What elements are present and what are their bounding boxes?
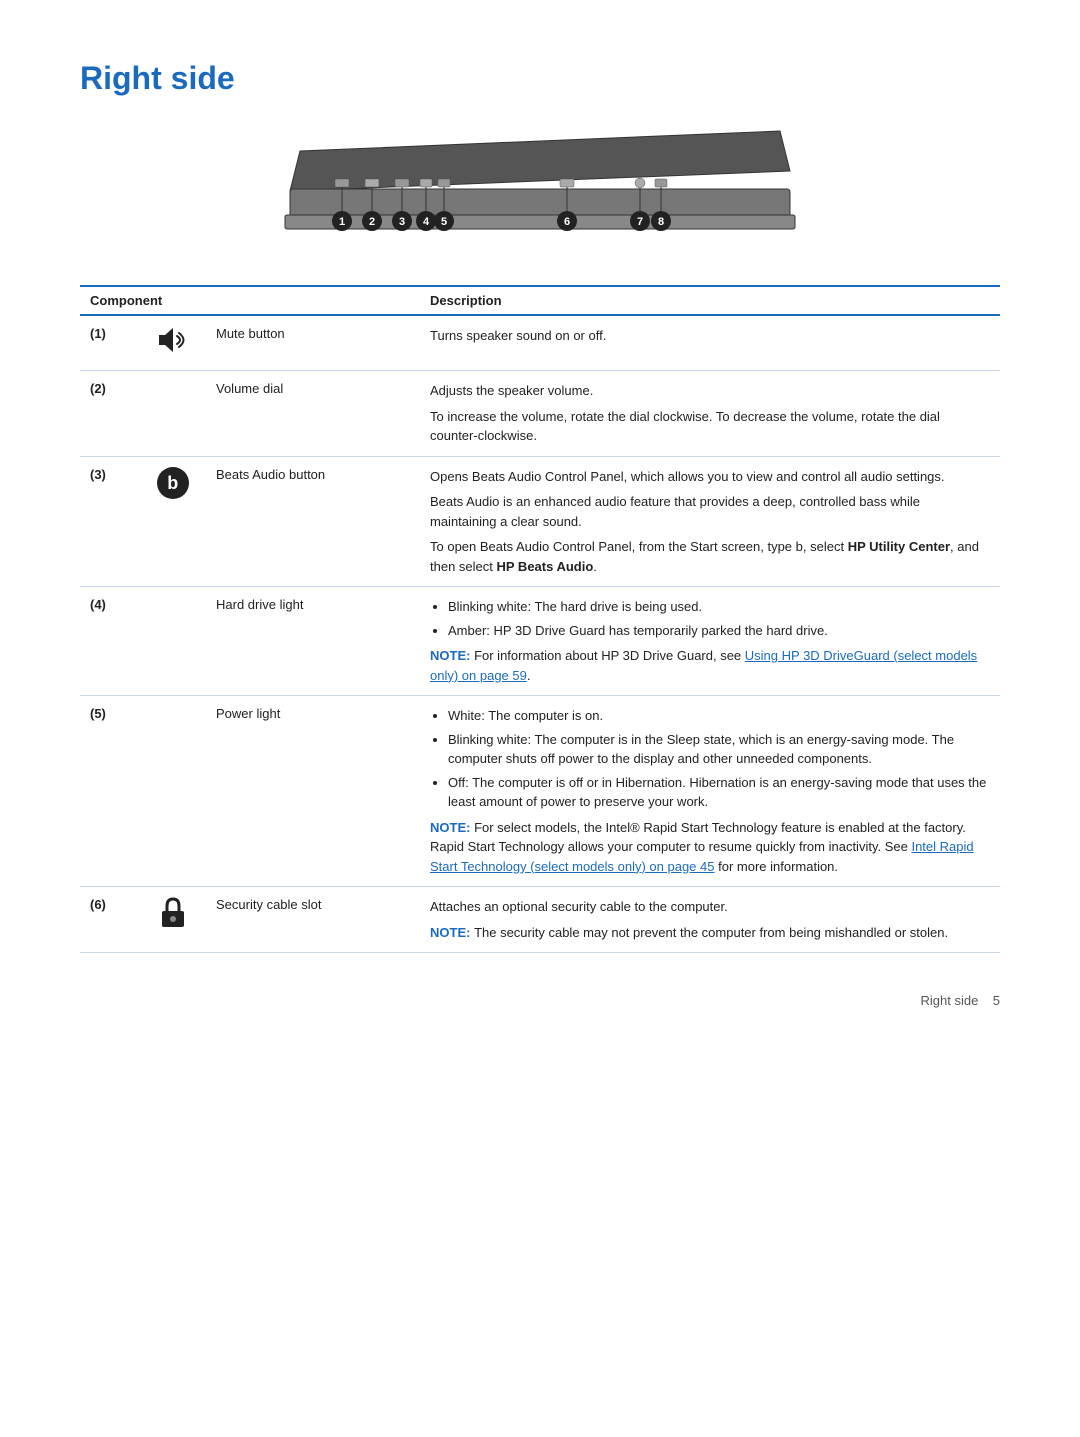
desc-bullet-item: Blinking white: The computer is in the S… <box>448 730 990 769</box>
desc-paragraph: Attaches an optional security cable to t… <box>430 897 990 917</box>
svg-text:2: 2 <box>369 216 375 228</box>
table-header: Component Description <box>80 286 1000 315</box>
row-number: (6) <box>80 887 139 953</box>
note-label: NOTE: <box>430 820 474 835</box>
row-number: (1) <box>80 315 139 371</box>
row-number: (4) <box>80 587 139 696</box>
desc-paragraph: Beats Audio is an enhanced audio feature… <box>430 492 990 531</box>
row-component-name: Security cable slot <box>206 887 420 953</box>
note-link[interactable]: Intel Rapid Start Technology (select mod… <box>430 839 974 874</box>
table-row: (6) Security cable slot Attaches an optio… <box>80 887 1000 953</box>
row-component-name: Beats Audio button <box>206 456 420 587</box>
row-number: (5) <box>80 696 139 887</box>
row-component-name: Volume dial <box>206 371 420 457</box>
footer-text: Right side 5 <box>921 993 1001 1008</box>
row-component-name: Mute button <box>206 315 420 371</box>
desc-bullet-item: Blinking white: The hard drive is being … <box>448 597 990 617</box>
desc-paragraph: Adjusts the speaker volume. <box>430 381 990 401</box>
svg-text:3: 3 <box>399 216 405 228</box>
desc-note: NOTE: For information about HP 3D Drive … <box>430 646 990 685</box>
row-icon: b <box>139 456 206 587</box>
page-title: Right side <box>80 60 1000 97</box>
page-footer: Right side 5 <box>80 993 1000 1008</box>
row-number: (2) <box>80 371 139 457</box>
row-component-name: Power light <box>206 696 420 887</box>
row-description: Attaches an optional security cable to t… <box>420 887 1000 953</box>
desc-bullet-item: White: The computer is on. <box>448 706 990 726</box>
svg-text:4: 4 <box>423 216 430 228</box>
table-row: (1) Mute button Turns speaker sound on or… <box>80 315 1000 371</box>
row-description: Blinking white: The hard drive is being … <box>420 587 1000 696</box>
desc-note: NOTE: For select models, the Intel® Rapi… <box>430 818 990 877</box>
row-description: White: The computer is on. Blinking white… <box>420 696 1000 887</box>
desc-paragraph: To increase the volume, rotate the dial … <box>430 407 990 446</box>
table-row: (3) b Beats Audio button Opens Beats Audio … <box>80 456 1000 587</box>
mute-icon <box>155 326 191 354</box>
desc-note: NOTE: The security cable may not prevent… <box>430 923 990 943</box>
desc-bullets: Blinking white: The hard drive is being … <box>430 597 990 640</box>
svg-text:1: 1 <box>339 216 345 228</box>
row-icon <box>139 887 206 953</box>
row-icon <box>139 315 206 371</box>
row-icon <box>139 696 206 887</box>
table-row: (4) Hard drive light Blinking white: The h… <box>80 587 1000 696</box>
svg-text:7: 7 <box>637 216 643 228</box>
desc-bullet-item: Amber: HP 3D Drive Guard has temporarily… <box>448 621 990 641</box>
note-label: NOTE: <box>430 925 474 940</box>
row-number: (3) <box>80 456 139 587</box>
row-description: Adjusts the speaker volume. To increase t… <box>420 371 1000 457</box>
svg-text:5: 5 <box>441 216 447 228</box>
lock-icon <box>159 897 187 929</box>
desc-paragraph: To open Beats Audio Control Panel, from … <box>430 537 990 576</box>
table-row: (5)Power lightWhite: The computer is on.… <box>80 696 1000 887</box>
row-description: Opens Beats Audio Control Panel, which a… <box>420 456 1000 587</box>
desc-paragraph: Turns speaker sound on or off. <box>430 326 990 346</box>
svg-text:6: 6 <box>564 216 570 228</box>
row-description: Turns speaker sound on or off. <box>420 315 1000 371</box>
col-component-header: Component <box>80 286 420 315</box>
note-link[interactable]: Using HP 3D DriveGuard (select models on… <box>430 648 977 683</box>
note-label: NOTE: <box>430 648 474 663</box>
row-component-name: Hard drive light <box>206 587 420 696</box>
svg-text:8: 8 <box>658 216 664 228</box>
col-description-header: Description <box>420 286 1000 315</box>
desc-paragraph: Opens Beats Audio Control Panel, which a… <box>430 467 990 487</box>
laptop-diagram: 1 2 3 4 5 6 7 8 <box>280 121 800 261</box>
table-row: (2)Volume dialAdjusts the speaker volume… <box>80 371 1000 457</box>
row-icon <box>139 371 206 457</box>
desc-bullet-item: Off: The computer is off or in Hibernati… <box>448 773 990 812</box>
desc-bullets: White: The computer is on. Blinking white… <box>430 706 990 812</box>
beats-icon: b <box>157 467 189 499</box>
row-icon <box>139 587 206 696</box>
components-table: Component Description (1) Mute button Tur… <box>80 285 1000 953</box>
